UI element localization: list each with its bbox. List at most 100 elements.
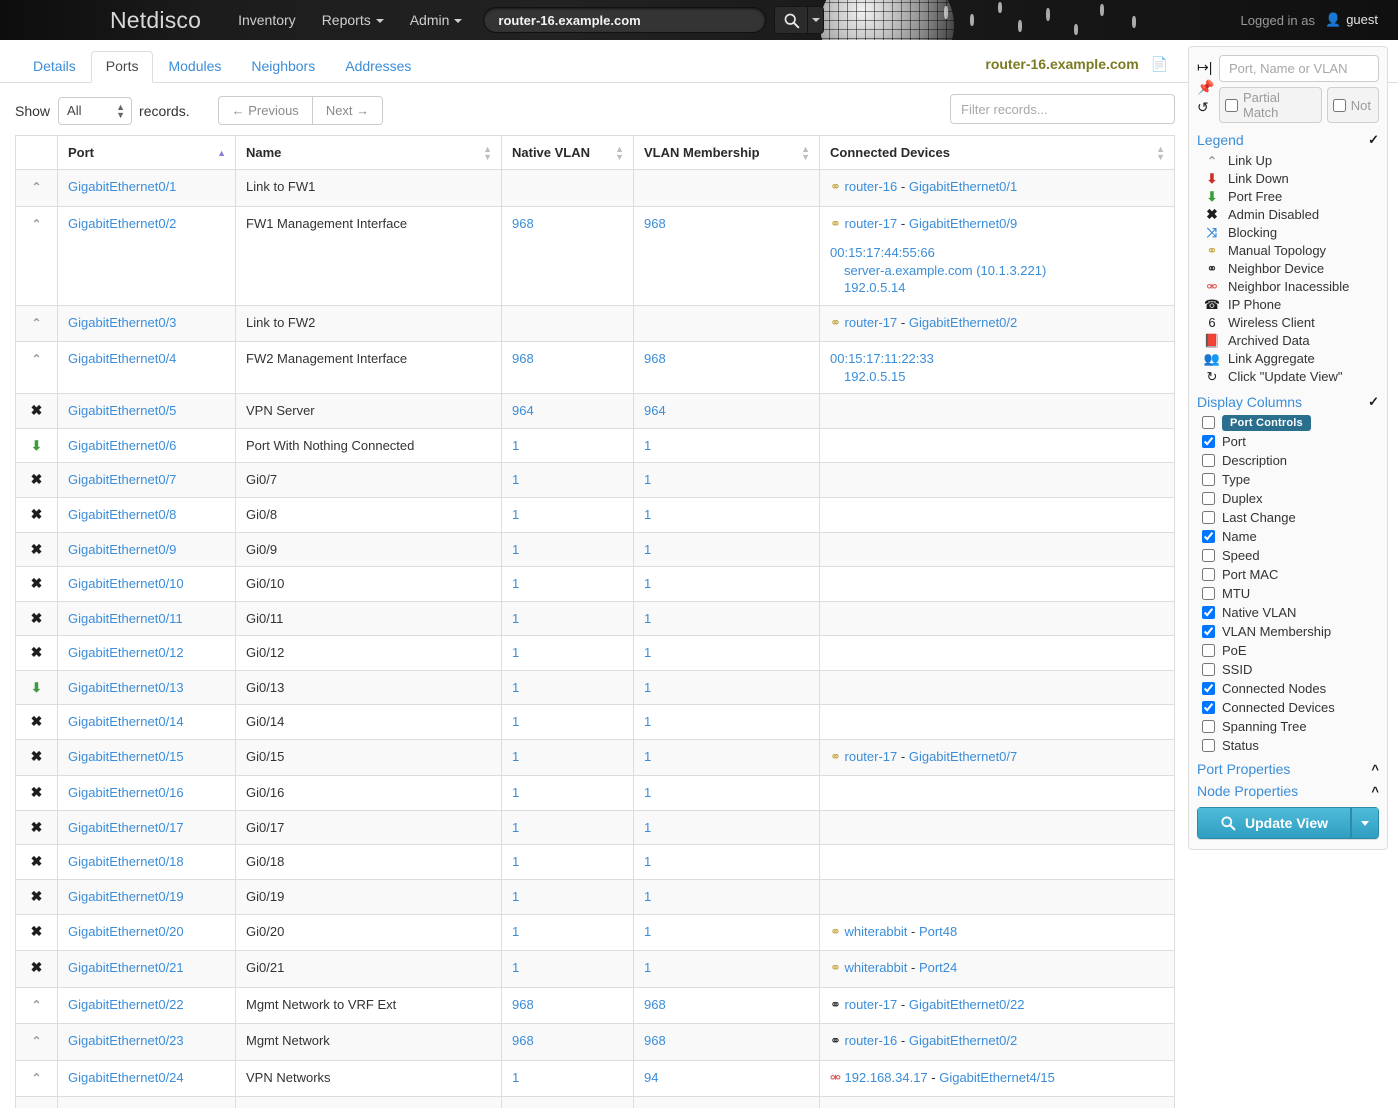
display-column-checkbox[interactable] <box>1202 435 1215 448</box>
tab-addresses[interactable]: Addresses <box>330 51 426 83</box>
display-column-item[interactable]: Spanning Tree <box>1199 717 1379 736</box>
undo-reset-icon[interactable]: ↺ <box>1197 97 1219 117</box>
tab-neighbors[interactable]: Neighbors <box>236 51 330 83</box>
native-vlan-link[interactable]: 1 <box>512 714 519 729</box>
display-column-item[interactable]: VLAN Membership <box>1199 622 1379 641</box>
update-view-options-button[interactable] <box>1351 807 1379 839</box>
display-column-item[interactable]: Name <box>1199 527 1379 546</box>
node-detail-link[interactable]: server-a.example.com (10.1.3.221) <box>844 263 1046 278</box>
port-link[interactable]: GigabitEthernet0/9 <box>68 542 176 557</box>
display-column-checkbox[interactable] <box>1202 663 1215 676</box>
brand-logo[interactable]: Netdisco <box>110 7 201 34</box>
previous-button[interactable]: ← Previous <box>218 96 313 125</box>
vlan-membership-link[interactable]: 1 <box>644 576 651 591</box>
tab-modules[interactable]: Modules <box>153 51 236 83</box>
display-column-checkbox[interactable] <box>1202 625 1215 638</box>
connected-device-link[interactable]: whiterabbit <box>841 960 907 975</box>
node-detail-link[interactable]: 192.0.5.14 <box>844 280 905 295</box>
port-link[interactable]: GigabitEthernet0/5 <box>68 403 176 418</box>
not-toggle[interactable]: Not <box>1327 87 1379 123</box>
port-properties-section-header[interactable]: Port Properties ^ <box>1197 761 1379 777</box>
nav-link-reports[interactable]: Reports <box>309 12 397 28</box>
display-column-checkbox[interactable] <box>1202 568 1215 581</box>
display-column-item[interactable]: MTU <box>1199 584 1379 603</box>
port-link[interactable]: GigabitEthernet0/19 <box>68 889 184 904</box>
native-vlan-link[interactable]: 1 <box>512 438 519 453</box>
col-header-port[interactable]: Port ▲ <box>58 136 236 170</box>
port-link[interactable]: GigabitEthernet0/2 <box>68 216 176 231</box>
col-header-name[interactable]: Name ▲▼ <box>236 136 502 170</box>
display-column-item[interactable]: Port MAC <box>1199 565 1379 584</box>
vlan-membership-link[interactable]: 1 <box>644 472 651 487</box>
native-vlan-link[interactable]: 1 <box>512 680 519 695</box>
col-header-vlan-membership[interactable]: VLAN Membership ▲▼ <box>634 136 820 170</box>
search-options-button[interactable] <box>808 6 824 34</box>
native-vlan-link[interactable]: 1 <box>512 854 519 869</box>
native-vlan-link[interactable]: 1 <box>512 542 519 557</box>
display-column-item[interactable]: Connected Nodes <box>1199 679 1379 698</box>
display-column-checkbox[interactable] <box>1202 682 1215 695</box>
vlan-membership-link[interactable]: 1 <box>644 854 651 869</box>
legend-section-header[interactable]: Legend ✓ <box>1197 132 1379 148</box>
port-link[interactable]: GigabitEthernet0/13 <box>68 680 184 695</box>
document-icon[interactable]: 📄 <box>1151 56 1168 72</box>
port-link[interactable]: GigabitEthernet0/20 <box>68 924 184 939</box>
connected-device-port-link[interactable]: Port48 <box>919 924 957 939</box>
port-link[interactable]: GigabitEthernet0/7 <box>68 472 176 487</box>
native-vlan-link[interactable]: 1 <box>512 576 519 591</box>
display-column-item[interactable]: Duplex <box>1199 489 1379 508</box>
vlan-membership-link[interactable]: 1 <box>644 680 651 695</box>
node-detail-link[interactable]: 192.0.5.15 <box>844 369 905 384</box>
vlan-membership-link[interactable]: 1 <box>644 820 651 835</box>
display-column-checkbox[interactable] <box>1202 530 1215 543</box>
native-vlan-link[interactable]: 964 <box>512 403 534 418</box>
port-link[interactable]: GigabitEthernet0/11 <box>68 611 183 626</box>
port-link[interactable]: GigabitEthernet0/10 <box>68 576 184 591</box>
port-link[interactable]: GigabitEthernet0/21 <box>68 960 184 975</box>
port-link[interactable]: GigabitEthernet0/1 <box>68 179 176 194</box>
partial-match-checkbox[interactable] <box>1225 99 1238 112</box>
vlan-membership-link[interactable]: 968 <box>644 351 666 366</box>
vlan-membership-link[interactable]: 1 <box>644 507 651 522</box>
nav-link-inventory[interactable]: Inventory <box>225 12 309 28</box>
display-column-checkbox[interactable] <box>1202 473 1215 486</box>
port-link[interactable]: GigabitEthernet0/12 <box>68 645 184 660</box>
port-link[interactable]: GigabitEthernet0/15 <box>68 749 184 764</box>
page-size-select[interactable]: All <box>58 97 132 125</box>
connected-device-link[interactable]: router-17 <box>841 315 897 330</box>
vlan-membership-link[interactable]: 94 <box>644 1070 658 1085</box>
display-column-item[interactable]: Type <box>1199 470 1379 489</box>
display-column-checkbox[interactable] <box>1202 454 1215 467</box>
vlan-membership-link[interactable]: 1 <box>644 542 651 557</box>
sign-out-icon[interactable]: ↦| <box>1197 57 1219 77</box>
vlan-membership-link[interactable]: 1 <box>644 645 651 660</box>
connected-device-port-link[interactable]: GigabitEthernet0/1 <box>909 179 1017 194</box>
connected-device-link[interactable]: router-16 <box>841 179 897 194</box>
display-column-item[interactable]: Connected Devices <box>1199 698 1379 717</box>
vlan-membership-link[interactable]: 964 <box>644 403 666 418</box>
vlan-membership-link[interactable]: 1 <box>644 438 651 453</box>
display-column-item[interactable]: Native VLAN <box>1199 603 1379 622</box>
native-vlan-link[interactable]: 1 <box>512 1070 519 1085</box>
vlan-membership-link[interactable]: 1 <box>644 924 651 939</box>
display-column-item[interactable]: Last Change <box>1199 508 1379 527</box>
display-column-checkbox[interactable] <box>1202 720 1215 733</box>
display-columns-section-header[interactable]: Display Columns ✓ <box>1197 394 1379 410</box>
native-vlan-link[interactable]: 1 <box>512 785 519 800</box>
port-link[interactable]: GigabitEthernet0/24 <box>68 1070 184 1085</box>
tab-details[interactable]: Details <box>18 51 91 83</box>
sidebar-search-input[interactable] <box>1219 55 1379 82</box>
vlan-membership-link[interactable]: 1 <box>644 749 651 764</box>
node-properties-section-header[interactable]: Node Properties ^ <box>1197 783 1379 799</box>
port-link[interactable]: GigabitEthernet0/22 <box>68 997 184 1012</box>
native-vlan-link[interactable]: 1 <box>512 960 519 975</box>
native-vlan-link[interactable]: 968 <box>512 997 534 1012</box>
nav-link-admin[interactable]: Admin <box>397 12 476 28</box>
vlan-membership-link[interactable]: 968 <box>644 216 666 231</box>
node-mac-link[interactable]: 00:15:17:11:22:33 <box>830 351 934 366</box>
tab-ports[interactable]: Ports <box>91 51 154 83</box>
vlan-membership-link[interactable]: 968 <box>644 1033 666 1048</box>
vlan-membership-link[interactable]: 1 <box>644 960 651 975</box>
display-column-item[interactable]: Description <box>1199 451 1379 470</box>
native-vlan-link[interactable]: 1 <box>512 749 519 764</box>
